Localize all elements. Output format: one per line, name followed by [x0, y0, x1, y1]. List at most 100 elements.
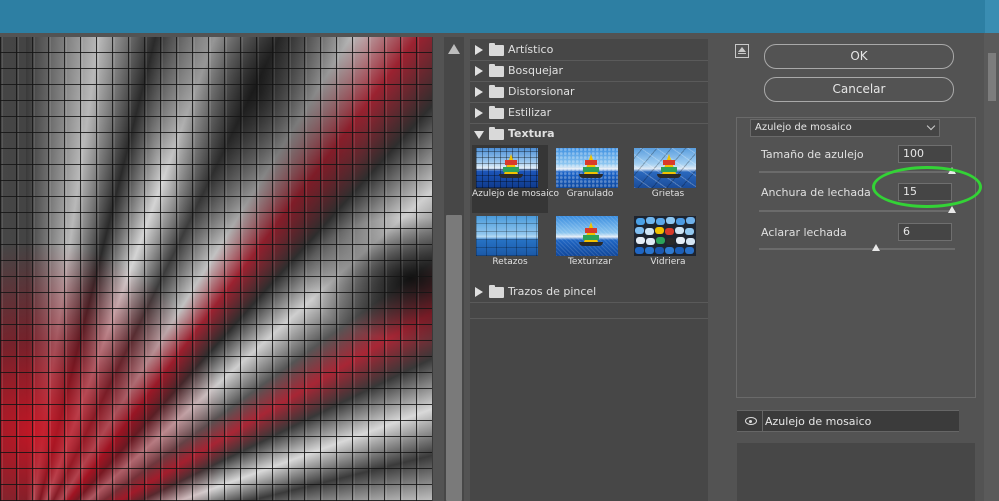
collapse-panel-icon[interactable] [735, 44, 749, 58]
glass-cell [685, 247, 694, 254]
filter-gallery: Artístico Bosquejar Distorsionar Estiliz… [0, 33, 999, 501]
effect-layer-row[interactable]: Azulejo de mosaico [737, 410, 959, 432]
thumbnail-label: Granulado [566, 189, 614, 199]
thumbnail-image [634, 216, 696, 256]
glass-cell [686, 238, 695, 245]
thumbnail-label: Texturizar [567, 257, 613, 267]
thumbnail-image [556, 148, 618, 188]
folder-icon [489, 85, 504, 98]
lighten-grout-input[interactable]: 6 [898, 223, 952, 241]
filter-thumb-grietas[interactable]: Grietas [630, 145, 706, 213]
thumbnail-image [476, 216, 538, 256]
folder-icon [489, 64, 504, 77]
glass-cell [635, 247, 644, 254]
glass-cell [685, 228, 694, 235]
right-scrollbar[interactable] [984, 33, 999, 501]
expand-triangle-icon[interactable] [475, 87, 483, 97]
right-scroll-thumb[interactable] [988, 53, 996, 101]
effect-layer-label: Azulejo de mosaico [765, 415, 872, 428]
filter-thumb-retazos[interactable]: Retazos [472, 213, 548, 281]
glass-cell [675, 247, 684, 254]
folder-icon [489, 106, 504, 119]
glass-cell [676, 237, 685, 244]
highlight-annotation-ring [872, 166, 982, 208]
tile-size-input[interactable]: 100 [898, 145, 952, 163]
thumbnail-image [634, 148, 696, 188]
glass-cell [676, 218, 685, 225]
scroll-thumb[interactable] [446, 215, 462, 501]
folder-icon [489, 285, 504, 298]
cancel-button[interactable]: Cancelar [764, 77, 954, 102]
thumbnail-label: Azulejo de mosaico [472, 189, 560, 199]
grout-width-label: Anchura de lechada [761, 186, 871, 199]
filter-thumb-vidriera[interactable]: Vidriera [630, 213, 706, 281]
glass-cell [646, 217, 655, 224]
preview-scrollbar[interactable] [444, 37, 464, 501]
thumbnail-image [556, 216, 618, 256]
glass-cell [655, 227, 664, 234]
grout-width-slider-handle[interactable] [948, 206, 956, 213]
category-label: Bosquejar [508, 64, 564, 77]
scroll-up-arrow-icon[interactable] [448, 44, 460, 54]
eye-icon[interactable] [745, 417, 757, 425]
glass-cell [686, 217, 695, 224]
chevron-down-icon [926, 121, 936, 131]
category-textura[interactable]: Textura [470, 124, 708, 144]
glass-cell [675, 227, 684, 234]
filter-select[interactable]: Azulejo de mosaico [750, 119, 940, 137]
filter-thumb-azulejo[interactable]: Azulejo de mosaico [472, 145, 560, 213]
glass-cell [656, 237, 665, 244]
glass-cell [666, 238, 675, 245]
folder-icon [489, 43, 504, 56]
category-trazos-de-pincel[interactable]: Trazos de pincel [470, 282, 708, 303]
glass-cell [666, 217, 675, 224]
title-bar [0, 0, 999, 33]
category-bosquejar[interactable]: Bosquejar [470, 61, 708, 82]
glass-cell [645, 247, 654, 254]
sail-stripe [661, 167, 677, 172]
lighten-grout-slider[interactable] [759, 248, 955, 250]
effect-layers-panel [737, 443, 975, 501]
ok-button[interactable]: OK [764, 44, 954, 69]
sail-stripe [503, 167, 519, 172]
sailboat-hull [579, 242, 603, 246]
expand-triangle-icon[interactable] [475, 108, 483, 118]
category-label: Trazos de pincel [508, 285, 597, 298]
lighten-grout-slider-handle[interactable] [872, 244, 880, 251]
category-label: Estilizar [508, 106, 552, 119]
filter-select-value: Azulejo de mosaico [755, 122, 852, 133]
thumbnail-image [476, 148, 538, 188]
expand-triangle-icon[interactable] [475, 45, 483, 55]
expand-triangle-icon[interactable] [475, 66, 483, 76]
sail-stripe [505, 160, 517, 165]
glass-cell [645, 228, 654, 235]
title-bar-close-strip[interactable] [985, 0, 999, 33]
category-estilizar[interactable]: Estilizar [470, 103, 708, 124]
thumbnail-label: Grietas [651, 189, 685, 199]
category-distorsionar[interactable]: Distorsionar [470, 82, 708, 103]
category-label: Artístico [508, 43, 554, 56]
collapse-bar [738, 53, 746, 54]
thumbnail-label: Vidriera [650, 257, 686, 267]
filter-category-list: Artístico Bosquejar Distorsionar Estiliz… [470, 39, 708, 501]
grout-width-slider[interactable] [759, 210, 955, 212]
filter-thumb-texturizar[interactable]: Texturizar [552, 213, 628, 281]
lighten-grout-label: Aclarar lechada [761, 226, 847, 239]
divider [470, 318, 708, 319]
filter-thumb-granulado[interactable]: Granulado [552, 145, 628, 213]
thumbnail-label: Retazos [492, 257, 528, 267]
expand-triangle-icon[interactable] [475, 287, 483, 297]
preview-canvas[interactable] [0, 37, 433, 501]
tile-size-label: Tamaño de azulejo [761, 148, 864, 161]
glass-cell [646, 238, 655, 245]
glass-cell [635, 227, 644, 234]
category-artistico[interactable]: Artístico [470, 40, 708, 61]
collapse-triangle-icon[interactable] [474, 131, 484, 139]
category-label: Distorsionar [508, 85, 575, 98]
glass-cell [636, 237, 645, 244]
category-label: Textura [508, 127, 555, 140]
sailboat-hull [657, 174, 681, 178]
glass-cell [655, 247, 664, 254]
sailboat-hull [579, 174, 603, 178]
glass-cell [665, 228, 674, 235]
